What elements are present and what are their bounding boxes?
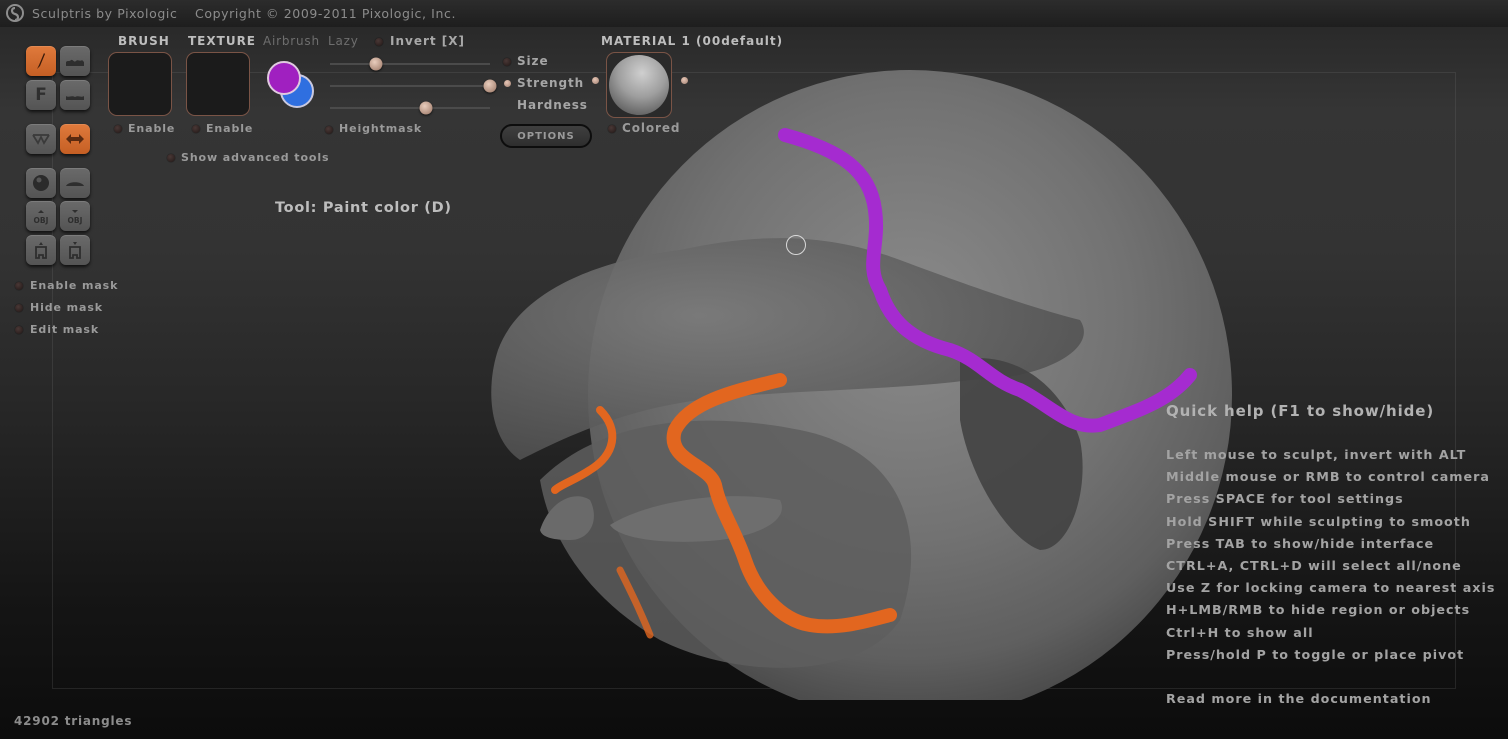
heightmask-label: Heightmask (339, 122, 423, 135)
texture-enable-checkbox[interactable] (192, 125, 200, 133)
export-obj-button[interactable]: OBJ (60, 201, 90, 231)
hardness-slider-knob[interactable] (419, 101, 433, 115)
colored-label: Colored (622, 121, 681, 135)
help-line: Use Z for locking camera to nearest axis (1166, 580, 1496, 596)
options-button[interactable]: OPTIONS (500, 124, 592, 148)
strength-slider-track[interactable] (330, 85, 490, 87)
texture-slot[interactable] (186, 52, 250, 116)
plane-icon (66, 182, 84, 186)
material-next-button[interactable] (681, 77, 688, 84)
strength-slider-knob[interactable] (483, 79, 497, 93)
svg-text:OBJ: OBJ (68, 216, 83, 225)
sphere-icon (33, 175, 49, 191)
edit-mask-checkbox[interactable] (15, 326, 23, 334)
triangle-count: 42902 triangles (14, 714, 133, 728)
file-down-icon (69, 242, 81, 259)
texture-enable-label: Enable (206, 122, 254, 135)
invert-label: Invert [X] (390, 34, 466, 48)
paint-brush-button[interactable] (26, 46, 56, 76)
show-advanced-label[interactable]: Show advanced tools (181, 151, 330, 164)
app-name: Sculptris by Pixologic (32, 6, 178, 21)
sculpt-mesh (491, 70, 1232, 700)
help-line: Press/hold P to toggle or place pivot (1166, 646, 1465, 662)
airbrush-toggle[interactable]: Airbrush (263, 34, 320, 48)
crease-icon (66, 59, 84, 66)
documentation-link[interactable]: Read more in the documentation (1166, 688, 1496, 710)
enable-mask-checkbox[interactable] (15, 282, 23, 290)
size-label: Size (517, 54, 549, 68)
crease-tool-button[interactable] (60, 46, 90, 76)
material-prev-button[interactable] (592, 77, 599, 84)
quick-help-title: Quick help (F1 to show/hide) (1166, 402, 1435, 420)
strength-label: Strength (517, 76, 585, 90)
lazy-toggle[interactable]: Lazy (328, 34, 359, 48)
size-slider[interactable] (330, 57, 490, 71)
edit-mask-label: Edit mask (30, 323, 100, 336)
sculpt-viewport[interactable] (480, 60, 1280, 700)
help-line: Left mouse to sculpt, invert with ALT (1166, 447, 1467, 462)
help-line: CTRL+A, CTRL+D will select all/none (1166, 557, 1462, 573)
heightmask-checkbox[interactable] (325, 126, 333, 134)
svg-text:OBJ: OBJ (34, 216, 49, 225)
help-line: Press SPACE for tool settings (1166, 491, 1404, 507)
title-bar: Sculptris by Pixologic Copyright © 2009-… (0, 0, 1508, 27)
plane-tool-button[interactable] (60, 168, 90, 198)
primary-color-swatch[interactable] (267, 61, 301, 95)
strength-pressure-toggle[interactable] (504, 80, 511, 87)
obj-up-icon: OBJ (34, 210, 49, 225)
invert-checkbox[interactable] (375, 38, 383, 46)
size-slider-knob[interactable] (369, 57, 383, 71)
quick-help-panel: Quick help (F1 to show/hide) Left mouse … (1166, 402, 1496, 710)
help-line: Hold SHIFT while sculpting to smooth (1166, 513, 1471, 529)
enable-mask-label: Enable mask (30, 279, 119, 292)
brush-cursor (786, 235, 806, 255)
load-file-button[interactable] (26, 235, 56, 265)
flatten-surface-button[interactable] (60, 80, 90, 110)
help-line: Middle mouse or RMB to control camera (1166, 469, 1490, 485)
colored-checkbox[interactable] (608, 125, 616, 133)
hardness-slider[interactable] (330, 101, 490, 115)
help-line: Ctrl+H to show all (1166, 624, 1314, 640)
brush-enable-checkbox[interactable] (114, 125, 122, 133)
hardness-slider-track[interactable] (330, 107, 490, 109)
brush-header: BRUSH (118, 34, 170, 48)
help-line: H+LMB/RMB to hide region or objects (1166, 602, 1471, 618)
show-advanced-checkbox[interactable] (167, 154, 175, 162)
strength-slider[interactable] (330, 79, 497, 93)
size-slider-track[interactable] (330, 63, 490, 65)
import-obj-button[interactable]: OBJ (26, 201, 56, 231)
copyright-text: Copyright © 2009-2011 Pixologic, Inc. (195, 6, 457, 21)
save-file-button[interactable] (60, 235, 90, 265)
paintbrush-icon (37, 53, 45, 69)
texture-header: TEXTURE (188, 34, 257, 48)
sphere-tool-button[interactable] (26, 168, 56, 198)
surface-icon (66, 96, 84, 100)
symmetry-icon (32, 134, 50, 145)
obj-down-icon: OBJ (68, 210, 83, 225)
hide-mask-label: Hide mask (30, 301, 103, 314)
size-pressure-toggle[interactable] (503, 58, 511, 66)
double-arrow-icon (66, 134, 84, 144)
brush-enable-label: Enable (128, 122, 176, 135)
material-preview[interactable] (606, 52, 672, 118)
help-line: Press TAB to show/hide interface (1166, 535, 1435, 551)
flatten-tool-button[interactable]: F (26, 80, 56, 110)
drag-tool-button[interactable] (60, 124, 90, 154)
file-up-icon (35, 242, 47, 259)
sculptris-logo-icon (6, 4, 24, 22)
hide-mask-checkbox[interactable] (15, 304, 23, 312)
symmetry-toggle-button[interactable] (26, 124, 56, 154)
current-tool-label: Tool: Paint color (D) (275, 200, 452, 216)
material-sphere-icon (609, 55, 669, 115)
hardness-label: Hardness (517, 98, 588, 112)
flatten-letter-icon: F (35, 85, 47, 105)
material-title: MATERIAL 1 (00default) (601, 34, 784, 48)
brush-slot[interactable] (108, 52, 172, 116)
